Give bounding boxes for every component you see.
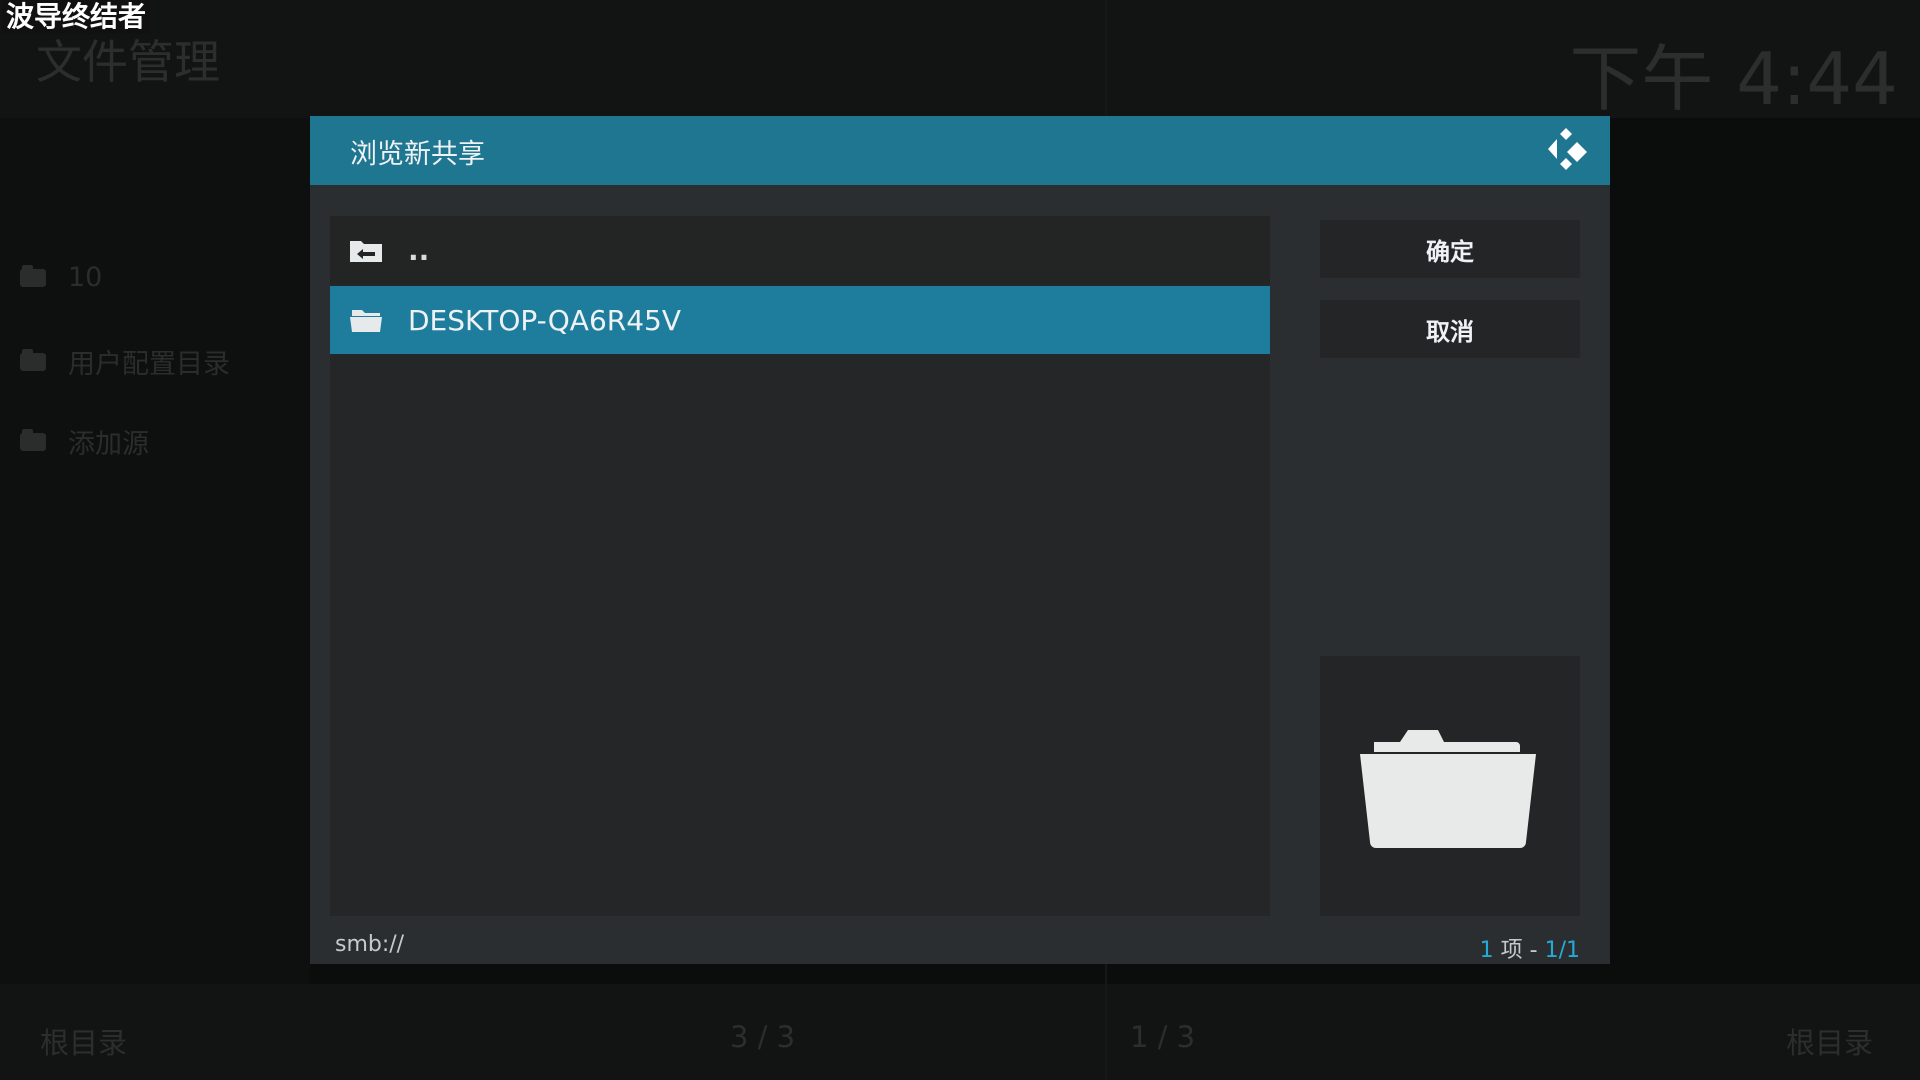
- folder-icon: [20, 428, 46, 451]
- page-indicator: 1/1: [1544, 938, 1580, 963]
- background-list-item: 10: [20, 262, 102, 293]
- watermark-text: 波导终结者: [2, 0, 151, 34]
- background-item-label: 添加源: [68, 429, 149, 460]
- list-item-label: DESKTOP-QA6R45V: [408, 303, 681, 337]
- current-path: smb://: [335, 932, 405, 957]
- background-footer: [0, 984, 1920, 1080]
- background-page-title: 文件管理: [36, 35, 220, 89]
- list-item-parent-directory[interactable]: ..: [330, 216, 1270, 284]
- file-list: .. DESKTOP-QA6R45V: [330, 216, 1270, 916]
- item-count-number: 1: [1479, 938, 1494, 963]
- background-footer-right-label: 根目录: [1786, 1026, 1874, 1060]
- parent-directory-label: ..: [408, 233, 430, 267]
- background-list-item: 添加源: [20, 422, 149, 461]
- background-footer-left-count: 3 / 3: [730, 1020, 796, 1054]
- item-count-unit: 项 -: [1493, 938, 1545, 963]
- item-count: 1 项 - 1/1: [1480, 932, 1580, 964]
- background-footer-right-count: 1 / 3: [1130, 1020, 1196, 1054]
- background-list-item: 用户配置目录: [20, 342, 230, 381]
- folder-icon: [350, 310, 382, 332]
- kodi-logo-icon: [1548, 128, 1587, 170]
- folder-back-icon: [350, 241, 382, 262]
- folder-icon: [20, 348, 46, 371]
- dialog-title: 浏览新共享: [350, 139, 485, 170]
- dialog-header: 浏览新共享: [310, 116, 1610, 185]
- browse-share-dialog: 浏览新共享 .. DESKTOP-QA6R45V 确定 取消 smb:// 1 …: [310, 116, 1610, 964]
- background-footer-left-label: 根目录: [40, 1026, 128, 1060]
- background-clock: 下午 4:44: [1569, 37, 1898, 121]
- background-item-label: 10: [68, 262, 103, 293]
- cancel-button[interactable]: 取消: [1320, 300, 1580, 358]
- folder-open-icon: [1360, 730, 1536, 848]
- list-item-desktop-share[interactable]: DESKTOP-QA6R45V: [330, 286, 1270, 354]
- folder-icon: [20, 264, 46, 287]
- ok-button[interactable]: 确定: [1320, 220, 1580, 278]
- background-item-label: 用户配置目录: [68, 349, 230, 380]
- thumbnail-preview: [1320, 656, 1580, 916]
- background-sidebar: [0, 118, 310, 984]
